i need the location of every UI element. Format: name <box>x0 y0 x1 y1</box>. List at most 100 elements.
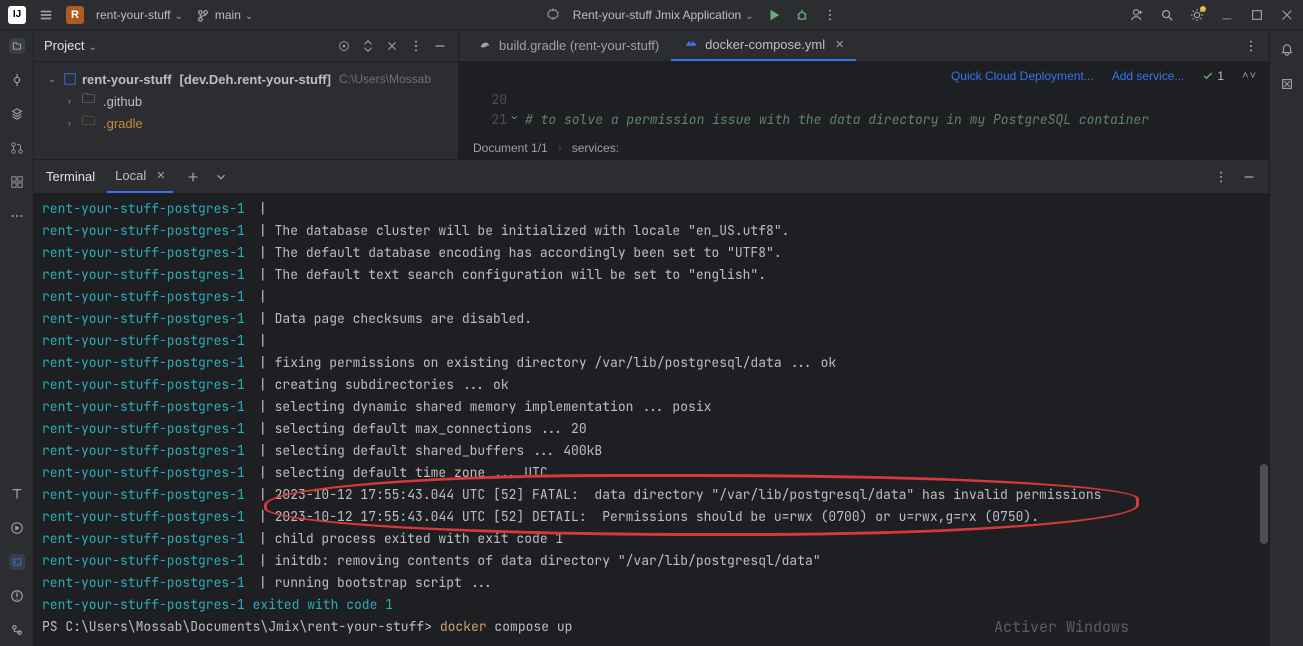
chevron-down-icon[interactable]: ⌄ <box>48 74 58 85</box>
tab-docker-compose[interactable]: docker-compose.yml ✕ <box>671 30 856 61</box>
minimize-icon[interactable] <box>1219 7 1235 23</box>
hide-terminal-icon[interactable] <box>1241 169 1257 185</box>
fold-icon[interactable]: ⌄ <box>512 110 517 122</box>
terminal-line: rent-your-stuff-postgres-1|Data page che… <box>42 308 1261 330</box>
line-number: 21 <box>459 110 507 130</box>
add-service-link[interactable]: Add service... <box>1112 69 1185 83</box>
tree-root[interactable]: ⌄ rent-your-stuff [dev.Deh.rent-your-stu… <box>34 68 458 90</box>
debug-icon[interactable] <box>794 7 810 23</box>
quick-cloud-deploy-link[interactable]: Quick Cloud Deployment... <box>951 69 1094 83</box>
terminal-line: rent-your-stuff-postgres-1|fixing permis… <box>42 352 1261 374</box>
terminal-title: Terminal <box>46 169 95 184</box>
project-dropdown[interactable]: rent-your-stuff <box>96 8 183 22</box>
terminal-tool-icon[interactable] <box>9 554 25 570</box>
run-config-icon <box>545 7 561 23</box>
chevron-right-icon[interactable]: › <box>68 118 78 128</box>
left-tool-strip <box>0 30 34 646</box>
more-icon[interactable] <box>822 7 838 23</box>
editor-area: build.gradle (rent-your-stuff) docker-co… <box>459 30 1269 159</box>
breadcrumb-item[interactable]: services: <box>572 141 619 155</box>
tool-options-icon[interactable] <box>408 38 424 54</box>
right-tool-strip <box>1269 30 1303 646</box>
add-user-icon[interactable] <box>1129 7 1145 23</box>
hide-tool-icon[interactable] <box>432 38 448 54</box>
collapse-all-icon[interactable] <box>384 38 400 54</box>
tree-root-qual: [dev.Deh.rent-your-stuff] <box>180 72 331 87</box>
run-icon[interactable] <box>766 7 782 23</box>
folder-icon: 🗀 <box>82 112 95 134</box>
terminal-tab-local[interactable]: Local ✕ <box>107 160 173 193</box>
project-tree[interactable]: ⌄ rent-your-stuff [dev.Deh.rent-your-stu… <box>34 62 458 159</box>
close-tab-icon[interactable]: ✕ <box>835 38 844 51</box>
ide-logo-icon: IJ <box>8 6 26 24</box>
select-opened-icon[interactable] <box>336 38 352 54</box>
chevron-right-icon[interactable]: › <box>68 96 78 106</box>
terminal-line: rent-your-stuff-postgres-1|selecting def… <box>42 462 1261 484</box>
close-tab-icon[interactable]: ✕ <box>156 169 165 182</box>
grid-tool-icon[interactable] <box>9 174 25 190</box>
problems-icon[interactable] <box>9 588 25 604</box>
project-view-selector[interactable]: Project <box>44 38 97 53</box>
terminal-line: rent-your-stuff-postgres-1|initdb: remov… <box>42 550 1261 572</box>
code-editor[interactable]: 20 21 ⌄ # to solve a permission issue wi… <box>459 90 1269 135</box>
breadcrumb-item[interactable]: Document 1/1 <box>473 141 548 155</box>
docker-icon <box>683 37 699 53</box>
expand-all-icon[interactable] <box>360 38 376 54</box>
project-tool-window: Project ⌄ rent-your-stuff [dev.Deh.rent-… <box>34 30 459 159</box>
tab-more-icon[interactable] <box>1243 38 1259 54</box>
breadcrumb-separator: › <box>558 141 562 155</box>
tab-label: docker-compose.yml <box>705 37 825 52</box>
terminal-line: rent-your-stuff-postgres-1|The default d… <box>42 242 1261 264</box>
git-branch-icon <box>195 7 211 23</box>
terminal-dropdown-icon[interactable] <box>213 169 229 185</box>
code-line: # to solve a permission issue with the d… <box>515 110 1269 130</box>
notifications-icon[interactable] <box>1279 42 1295 58</box>
search-icon[interactable] <box>1159 7 1175 23</box>
structure-tool-icon[interactable] <box>9 106 25 122</box>
new-terminal-icon[interactable] <box>185 169 201 185</box>
hamburger-icon[interactable] <box>38 7 54 23</box>
line-number: 20 <box>459 90 507 110</box>
vcs-tool-icon[interactable] <box>9 622 25 638</box>
terminal-line: rent-your-stuff-postgres-1|2023-10-12 17… <box>42 506 1261 528</box>
terminal-options-icon[interactable] <box>1213 169 1229 185</box>
terminal-line: rent-your-stuff-postgres-1|2023-10-12 17… <box>42 484 1261 506</box>
close-icon[interactable] <box>1279 7 1295 23</box>
terminal-line: rent-your-stuff-postgres-1|The default t… <box>42 264 1261 286</box>
tree-root-path: C:\Users\Mossab <box>339 72 431 86</box>
run-config-dropdown[interactable]: Rent-your-stuff Jmix Application <box>573 8 754 22</box>
title-bar: IJ R rent-your-stuff main Rent-your-stuf… <box>0 0 1303 30</box>
tab-build-gradle[interactable]: build.gradle (rent-your-stuff) <box>465 30 671 61</box>
tree-label: .github <box>103 94 142 109</box>
jmix-icon[interactable] <box>1279 76 1295 92</box>
terminal-line: rent-your-stuff-postgres-1| <box>42 330 1261 352</box>
project-badge: R <box>66 6 84 24</box>
pull-requests-icon[interactable] <box>9 140 25 156</box>
nav-arrows-icon[interactable]: ˄ ˅ <box>1242 70 1255 82</box>
terminal-tab-label: Local <box>115 168 146 183</box>
editor-tabs: build.gradle (rent-your-stuff) docker-co… <box>459 30 1269 62</box>
windows-watermark: Activer Windows <box>994 616 1129 638</box>
terminal-line: rent-your-stuff-postgres-1|running boots… <box>42 572 1261 594</box>
inspections-widget[interactable]: 1 <box>1202 69 1224 83</box>
text-tool-icon[interactable] <box>9 486 25 502</box>
terminal-line: rent-your-stuff-postgres-1| <box>42 198 1261 220</box>
terminal-line: rent-your-stuff-postgres-1|selecting def… <box>42 418 1261 440</box>
branch-dropdown[interactable]: main <box>215 8 253 22</box>
maximize-icon[interactable] <box>1249 7 1265 23</box>
terminal-line: rent-your-stuff-postgres-1 exited with c… <box>42 594 1261 616</box>
tree-item-gradle[interactable]: › 🗀 .gradle <box>34 112 458 134</box>
breadcrumb[interactable]: Document 1/1 › services: <box>459 135 1269 159</box>
terminal-line: rent-your-stuff-postgres-1|selecting def… <box>42 440 1261 462</box>
settings-icon[interactable] <box>1189 7 1205 23</box>
terminal-line: rent-your-stuff-postgres-1|The database … <box>42 220 1261 242</box>
tree-item-github[interactable]: › 🗀 .github <box>34 90 458 112</box>
project-tool-icon[interactable] <box>9 38 25 54</box>
play-circle-icon[interactable] <box>9 520 25 536</box>
scrollbar-thumb[interactable] <box>1260 464 1268 544</box>
gradle-icon <box>477 38 493 54</box>
commit-tool-icon[interactable] <box>9 72 25 88</box>
more-tool-icon[interactable] <box>9 208 25 224</box>
editor-gutter: 20 21 ⌄ <box>459 90 515 135</box>
terminal-output[interactable]: rent-your-stuff-postgres-1|rent-your-stu… <box>34 194 1269 646</box>
